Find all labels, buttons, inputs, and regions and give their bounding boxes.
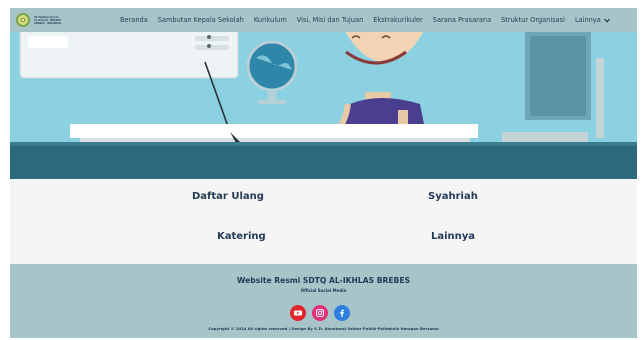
main-menu: Beranda Sambutan Kepala Sekolah Kurikulu… <box>120 16 610 24</box>
youtube-link[interactable] <box>290 305 306 321</box>
school-emblem-icon <box>16 13 30 27</box>
menu-item-sarana-prasarana[interactable]: Sarana Prasarana <box>433 16 491 24</box>
copyright-text: Copyright © 2024 All rights reserved | D… <box>208 326 439 331</box>
menu-item-sambutan[interactable]: Sambutan Kepala Sekolah <box>158 16 244 24</box>
logo-line-3: BREBES - INDONESIA <box>34 21 62 25</box>
menu-item-ekstrakurikuler[interactable]: Ekstrakurikuler <box>373 16 423 24</box>
site-logo[interactable]: SD Tahfidzul Qur'an AL-IKHLAS - BREBES B… <box>16 13 116 27</box>
instagram-link[interactable] <box>312 305 328 321</box>
menu-item-struktur-organisasi[interactable]: Struktur Organisasi <box>501 16 565 24</box>
footer-subtitle: Official Social Media <box>300 288 347 293</box>
footer: Website Resmi SDTQ AL-IKHLAS BREBES Offi… <box>10 264 637 338</box>
facebook-icon <box>340 309 344 317</box>
social-links <box>290 305 356 321</box>
chevron-down-icon <box>603 18 610 23</box>
menu-item-beranda[interactable]: Beranda <box>120 16 148 24</box>
instagram-icon <box>316 309 324 317</box>
menu-item-lainnya-label: Lainnya <box>574 16 601 24</box>
footer-title: Website Resmi SDTQ AL-IKHLAS BREBES <box>237 276 410 285</box>
service-katering[interactable]: Katering <box>217 231 266 242</box>
hero-illustration <box>10 32 637 179</box>
service-lainnya[interactable]: Lainnya <box>431 231 475 242</box>
youtube-icon <box>294 310 302 316</box>
service-syahriah[interactable]: Syahriah <box>428 191 478 202</box>
facebook-link[interactable] <box>334 305 350 321</box>
menu-item-kurikulum[interactable]: Kurikulum <box>254 16 287 24</box>
service-daftar-ulang[interactable]: Daftar Ulang <box>192 191 264 202</box>
menu-item-visi-misi[interactable]: Visi, Misi dan Tujuan <box>297 16 363 24</box>
office-scene-image <box>10 32 637 179</box>
navbar: SD Tahfidzul Qur'an AL-IKHLAS - BREBES B… <box>10 8 637 32</box>
menu-item-lainnya[interactable]: Lainnya <box>575 16 610 24</box>
page-frame: SD Tahfidzul Qur'an AL-IKHLAS - BREBES B… <box>10 8 637 338</box>
services-section: Daftar Ulang Syahriah Katering Lainnya <box>10 179 637 264</box>
logo-text: SD Tahfidzul Qur'an AL-IKHLAS - BREBES B… <box>34 16 62 25</box>
